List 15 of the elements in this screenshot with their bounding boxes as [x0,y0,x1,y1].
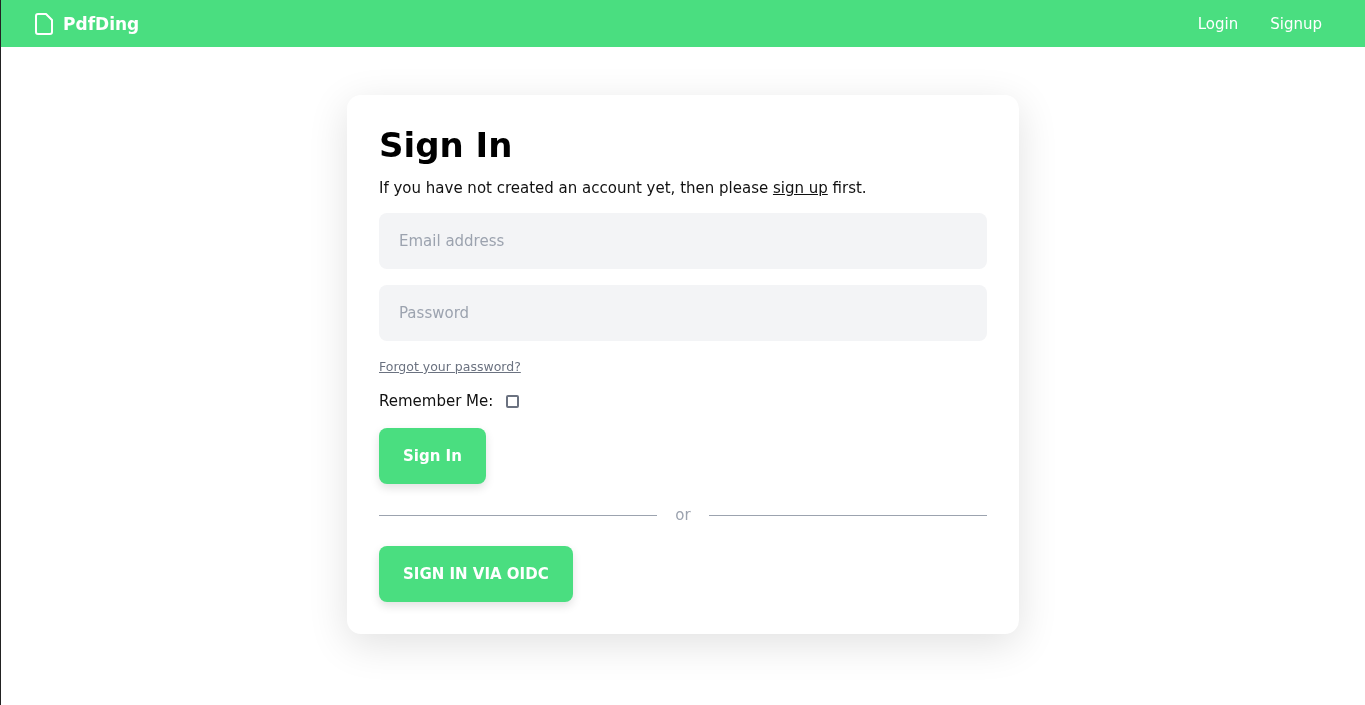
sign-up-link[interactable]: sign up [772,179,828,197]
password-field[interactable]: Password [379,285,987,341]
sign-in-button[interactable]: Sign In [379,428,486,484]
remember-checkbox[interactable] [506,394,520,408]
brand-name: PdfDing [63,13,140,34]
nav-link[interactable]: Signup [1270,14,1322,33]
intro-text: If you have not created an account yet, then please sign up first. [379,179,868,197]
email-field[interactable]: Email address [379,213,987,269]
oidc-button[interactable]: SIGN IN VIA OIDC [379,546,573,602]
forgot-password-link[interactable]: Forgot your password? [379,359,521,374]
document-icon [35,12,53,35]
remember-label: Remember Me: [379,392,494,410]
divider-text: or [675,506,691,524]
card-title: Sign In [379,125,514,165]
nav-link[interactable]: Login [1197,14,1239,33]
